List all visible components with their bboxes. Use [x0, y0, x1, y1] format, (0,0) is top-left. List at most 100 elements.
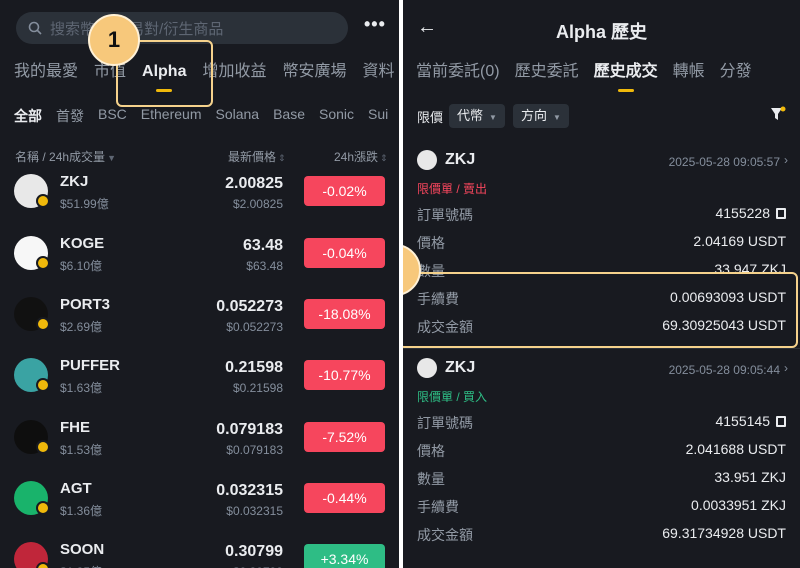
copy-icon[interactable] — [776, 208, 786, 219]
field-value-text: 33.951 ZKJ — [714, 469, 786, 485]
coin-price: 63.48 — [242, 237, 283, 254]
coin-logo-icon — [417, 150, 437, 170]
coin-price: 0.21598 — [225, 359, 283, 376]
filter-side-label: 方向 — [520, 108, 547, 123]
coin-logo-icon — [417, 358, 437, 378]
filter-bar: 限價 代幣 ▼ 方向 ▼ — [417, 104, 577, 128]
change-badge[interactable]: -7.52% — [304, 422, 385, 452]
chip-base[interactable]: Base — [273, 106, 305, 126]
tab-distribution[interactable]: 分發 — [720, 58, 752, 86]
more-icon[interactable]: ••• — [364, 14, 386, 35]
coin-row[interactable]: KOGE $6.10億 63.48 $63.48 -0.04% — [0, 222, 399, 283]
step-badge-1: 1 — [88, 14, 140, 66]
coin-price-usd: $0.079183 — [226, 443, 283, 457]
coin-row[interactable]: ZKJ $51.99億 2.00825 $2.00825 -0.02% — [0, 160, 399, 221]
filter-order-type[interactable]: 限價 — [417, 107, 443, 126]
change-badge[interactable]: -10.77% — [304, 360, 385, 390]
field-value-text: 4155228 — [715, 205, 770, 221]
coin-symbol: FHE — [60, 419, 90, 436]
trade-card-header: ZKJ — [417, 358, 475, 378]
coin-symbol: ZKJ — [60, 173, 89, 190]
field-value-text: 4155145 — [715, 413, 770, 429]
chip-ethereum[interactable]: Ethereum — [141, 106, 202, 126]
filter-token-dropdown[interactable]: 代幣 ▼ — [449, 104, 505, 128]
bnb-chain-badge-icon — [36, 378, 50, 392]
filter-side-dropdown[interactable]: 方向 ▼ — [512, 104, 569, 128]
field-value-text: 2.04169 USDT — [693, 233, 786, 249]
field-label: 手續費 — [417, 499, 459, 515]
chevron-right-icon[interactable]: › — [784, 153, 788, 167]
coin-price-usd: $0.032315 — [226, 504, 283, 518]
caret-down-icon: ▼ — [489, 113, 497, 122]
field-value: 0.0033951 ZKJ — [691, 497, 786, 513]
trade-date: 2025-05-28 09:05:57 — [668, 155, 780, 169]
copy-icon[interactable] — [776, 416, 786, 427]
tab-data[interactable]: 資料 — [363, 58, 395, 86]
tab-order-history[interactable]: 歷史委託 — [515, 58, 579, 86]
coin-price: 0.079183 — [216, 421, 283, 438]
bnb-chain-badge-icon — [36, 440, 50, 454]
funnel-icon[interactable] — [770, 106, 786, 122]
coin-row[interactable]: PORT3 $2.69億 0.052273 $0.052273 -18.08% — [0, 283, 399, 344]
bnb-chain-badge-icon — [36, 194, 50, 208]
trade-coin-name: ZKJ — [445, 151, 476, 168]
coin-row[interactable]: SOON$1.35億0.30799$0.30799+3.34% — [0, 528, 399, 568]
coin-price: 2.00825 — [225, 175, 283, 192]
change-badge[interactable]: -0.04% — [304, 238, 385, 268]
change-badge[interactable]: -0.44% — [304, 483, 385, 513]
trade-card-header: ZKJ — [417, 150, 475, 170]
market-panel: 搜索幣種/交易對/衍生商品 ••• 我的最愛 市值 Alpha 增加收益 幣安廣… — [0, 0, 399, 568]
field-value: 4155228 — [715, 205, 786, 221]
coin-price: 0.032315 — [216, 482, 283, 499]
coin-volume: $51.99億 — [60, 197, 109, 211]
coin-volume: $1.63億 — [60, 381, 103, 395]
chevron-right-icon[interactable]: › — [784, 361, 788, 375]
coin-symbol: SOON — [60, 541, 105, 558]
coin-volume: $1.53億 — [60, 443, 103, 457]
chip-bsc[interactable]: BSC — [98, 106, 127, 126]
coin-volume: $1.36億 — [60, 504, 103, 518]
chip-all[interactable]: 全部 — [14, 106, 42, 126]
coin-symbol: AGT — [60, 480, 92, 497]
field-label: 價格 — [417, 235, 445, 251]
coin-row[interactable]: FHE $1.53億 0.079183 $0.079183 -7.52% — [0, 406, 399, 467]
bnb-chain-badge-icon — [36, 501, 50, 515]
coin-row[interactable]: PUFFER $1.63億 0.21598 $0.21598 -10.77% — [0, 344, 399, 405]
chip-launch[interactable]: 首發 — [56, 106, 84, 126]
chip-solana[interactable]: Solana — [216, 106, 260, 126]
bnb-chain-badge-icon — [36, 256, 50, 270]
change-badge[interactable]: -18.08% — [304, 299, 385, 329]
tab-square[interactable]: 幣安廣場 — [283, 58, 347, 86]
page-title: Alpha 歷史 — [555, 22, 647, 42]
chain-filter: 全部 首發 BSC Ethereum Solana Base Sonic Sui — [14, 106, 399, 126]
field-label: 價格 — [417, 443, 445, 459]
coin-volume: $1.35億 — [60, 563, 102, 568]
coin-row[interactable]: AGT $1.36億 0.032315 $0.032315 -0.44% — [0, 467, 399, 528]
highlight-box-fee-amount — [403, 272, 798, 348]
coin-price-usd: $0.21598 — [232, 381, 283, 395]
coin-price-usd: $0.052273 — [226, 320, 283, 334]
field-label: 成交金額 — [417, 527, 473, 543]
field-value-text: 69.31734928 USDT — [662, 525, 786, 541]
field-value: 4155145 — [715, 413, 786, 429]
coin-symbol: PUFFER — [60, 357, 120, 374]
field-value: 33.951 ZKJ — [714, 469, 786, 485]
field-value: 69.31734928 USDT — [662, 525, 786, 541]
change-badge[interactable]: +3.34% — [304, 544, 385, 568]
coin-price-usd: $2.00825 — [232, 197, 283, 211]
tab-trade-history[interactable]: 歷史成交 — [594, 58, 658, 92]
search-icon — [28, 21, 42, 35]
chip-sonic[interactable]: Sonic — [319, 106, 354, 126]
history-tabs: 當前委託(0) 歷史委託 歷史成交 轉帳 分發 — [416, 58, 767, 92]
tab-open-orders[interactable]: 當前委託(0) — [416, 58, 500, 86]
coin-price: 0.30799 — [225, 543, 283, 560]
trade-coin-name: ZKJ — [445, 359, 476, 376]
field-label: 數量 — [417, 471, 445, 487]
change-badge[interactable]: -0.02% — [304, 176, 385, 206]
filter-token-label: 代幣 — [457, 108, 484, 123]
chip-sui[interactable]: Sui — [368, 106, 388, 126]
alpha-history-panel: ← Alpha 歷史 當前委託(0) 歷史委託 歷史成交 轉帳 分發 限價 代幣… — [403, 0, 800, 568]
tab-transfer[interactable]: 轉帳 — [673, 58, 705, 86]
order-type-label: 限價單 / 買入 — [417, 390, 488, 404]
tab-favorites[interactable]: 我的最愛 — [14, 58, 78, 86]
